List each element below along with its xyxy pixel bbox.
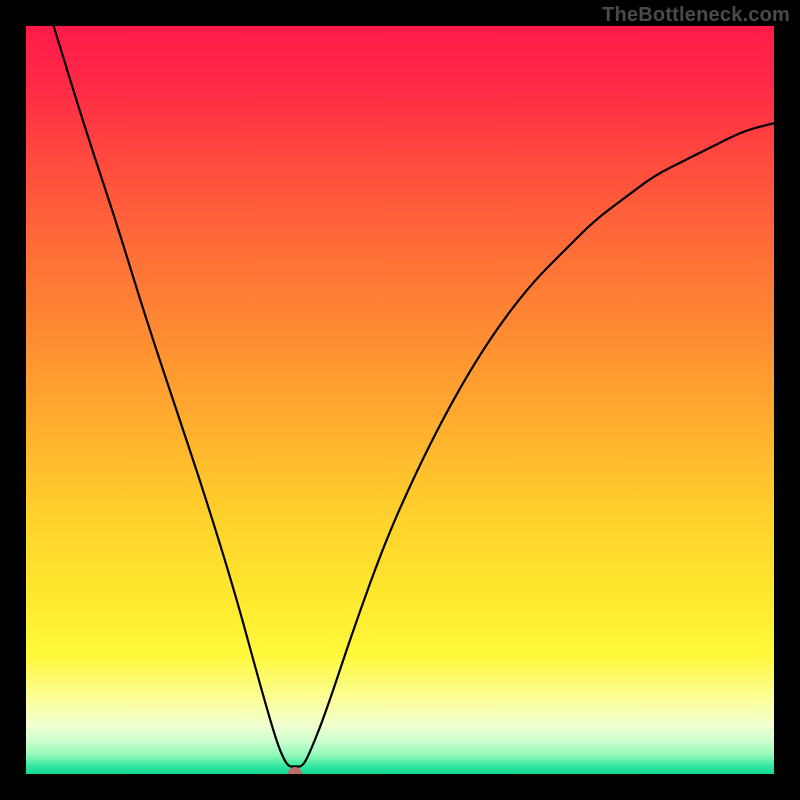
chart-container: TheBottleneck.com [0, 0, 800, 800]
plot-area [26, 26, 774, 774]
optimum-marker [288, 767, 302, 774]
watermark-text: TheBottleneck.com [602, 4, 790, 27]
bottleneck-curve [26, 26, 774, 774]
